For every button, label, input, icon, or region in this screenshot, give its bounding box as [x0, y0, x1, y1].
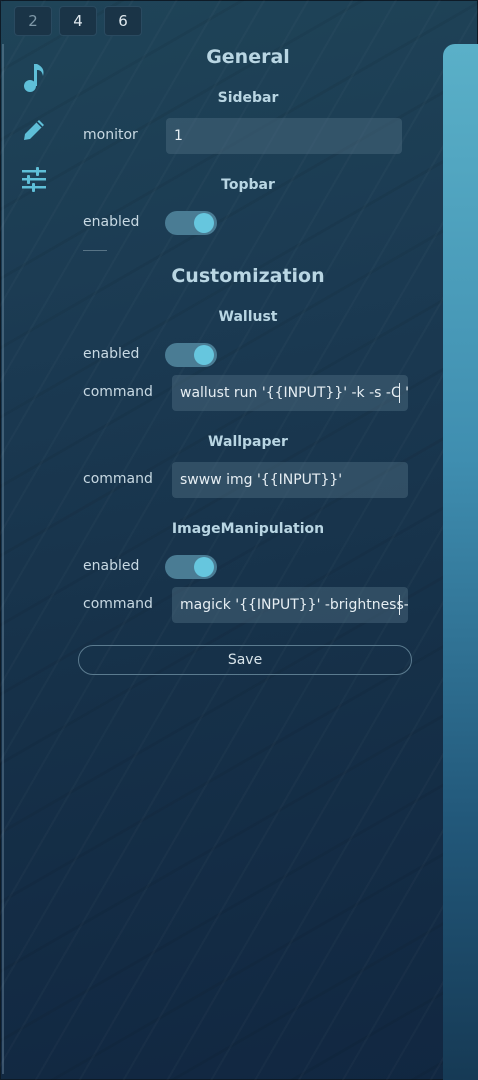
- subsection-title-image-manipulation: ImageManipulation: [171, 521, 325, 537]
- monitor-value: 1: [174, 128, 183, 144]
- section-title-general: General: [206, 46, 290, 68]
- workspace-button-2[interactable]: 2: [14, 6, 52, 36]
- nav-edit[interactable]: [14, 110, 54, 150]
- save-button-label: Save: [227, 652, 263, 668]
- nav-music[interactable]: [14, 57, 54, 97]
- music-note-icon: [24, 64, 44, 92]
- image-manipulation-command-value: magick '{{INPUT}}' -brightness-co: [180, 597, 408, 613]
- subsection-title-wallpaper: Wallpaper: [208, 434, 288, 450]
- toggle-knob: [194, 213, 214, 233]
- monitor-input[interactable]: 1: [166, 118, 402, 154]
- image-manipulation-command-input[interactable]: magick '{{INPUT}}' -brightness-co: [172, 587, 408, 623]
- pencil-icon: [24, 120, 44, 140]
- wallust-command-input[interactable]: wallust run '{{INPUT}}' -k -s -C '{{C: [172, 375, 408, 411]
- image-manipulation-enabled-toggle[interactable]: [165, 555, 217, 579]
- section-title-customization: Customization: [171, 265, 325, 287]
- subsection-title-wallust: Wallust: [218, 309, 278, 325]
- workspace-switcher: 2 4 6: [14, 6, 142, 36]
- text-caret: [399, 383, 400, 403]
- toggle-knob: [194, 557, 214, 577]
- right-edge-panel: [443, 44, 478, 1080]
- divider: [83, 250, 107, 251]
- workspace-button-4[interactable]: 4: [59, 6, 97, 36]
- monitor-label: monitor: [83, 127, 138, 143]
- wallpaper-command-input[interactable]: swww img '{{INPUT}}': [172, 462, 408, 498]
- wallpaper-command-value: swww img '{{INPUT}}': [180, 472, 343, 488]
- text-caret: [399, 595, 400, 615]
- wallust-command-label: command: [83, 384, 153, 400]
- wallpaper-command-label: command: [83, 471, 153, 487]
- subsection-title-topbar: Topbar: [221, 177, 275, 193]
- workspace-button-6[interactable]: 6: [104, 6, 142, 36]
- subsection-title-sidebar: Sidebar: [217, 90, 279, 106]
- image-manipulation-enabled-label: enabled: [83, 558, 140, 574]
- wallust-command-value: wallust run '{{INPUT}}' -k -s -C '{{C: [180, 385, 408, 401]
- save-button[interactable]: Save: [78, 645, 412, 675]
- image-manipulation-command-label: command: [83, 596, 153, 612]
- topbar-enabled-label: enabled: [83, 214, 140, 230]
- window-frame: [0, 0, 478, 1080]
- sidebar-rail: [2, 44, 4, 1074]
- topbar-enabled-toggle[interactable]: [165, 211, 217, 235]
- wallust-enabled-toggle[interactable]: [165, 343, 217, 367]
- wallust-enabled-label: enabled: [83, 346, 140, 362]
- toggle-knob: [194, 345, 214, 365]
- sliders-icon: [22, 167, 46, 192]
- nav-settings[interactable]: [14, 159, 54, 199]
